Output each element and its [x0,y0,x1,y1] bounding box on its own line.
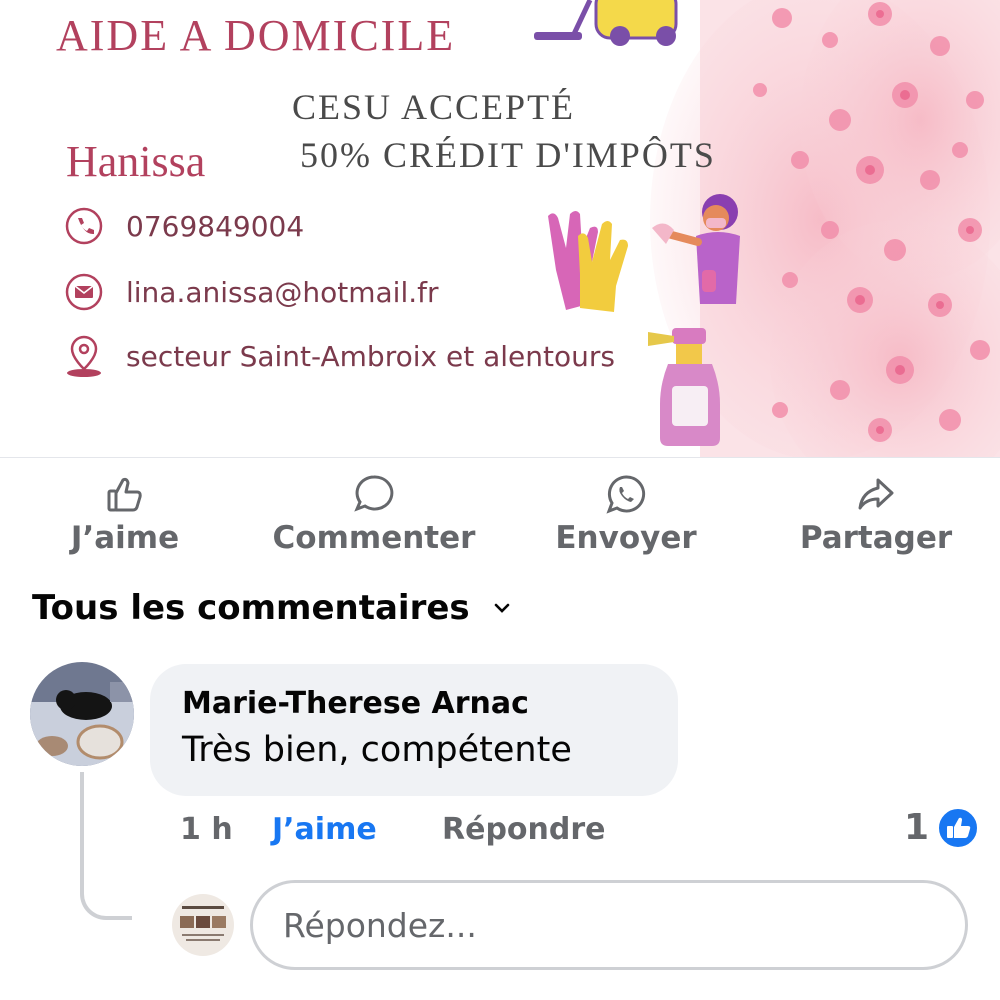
reply-input[interactable] [250,880,968,970]
gloves-icon [548,211,628,312]
flyer-area-row: secteur Saint-Ambroix et alentours [64,335,615,377]
share-post-label: Partager [799,520,953,556]
comment-author[interactable]: Marie-Therese Arnac [182,686,529,721]
flyer-tax-credit-line: 50% CRÉDIT D'IMPÔTS [300,135,716,175]
location-pin-icon [64,335,104,377]
like-post-button[interactable]: J’aime [60,472,190,568]
current-user-avatar[interactable] [172,894,234,956]
cleaner-person-icon [652,194,740,304]
comment-post-label: Commenter [272,520,476,556]
reply-thread-line [80,772,132,920]
comments-title: Tous les commentaires [32,588,470,628]
comment-post-button[interactable]: Commenter [262,472,486,568]
flyer-phone: 0769849004 [126,209,305,243]
comment-bubble-icon [352,472,396,516]
chevron-down-icon [492,598,512,618]
mail-icon [64,272,104,312]
flyer-email: lina.anissa@hotmail.fr [126,275,439,309]
like-reaction-icon[interactable] [936,806,980,850]
share-arrow-icon [854,472,898,516]
flyer-cesu-line: CESU ACCEPTÉ [292,87,576,127]
post-action-bar: J’aime Commenter Envoyer Partager [0,472,1000,572]
share-post-button[interactable]: Partager [792,472,960,568]
phone-icon [64,206,104,246]
comment-reply-button[interactable]: Répondre [442,810,606,850]
flyer-email-row: lina.anissa@hotmail.fr [64,272,439,312]
send-post-label: Envoyer [555,520,697,556]
thumbs-up-icon [103,472,147,516]
flyer-title: AIDE A DOMICILE [56,11,456,60]
vacuum-icon [534,0,678,46]
comment-bubble: Marie-Therese Arnac Très bien, compétent… [150,664,678,796]
comment-text: Très bien, compétente [182,730,572,770]
comment-like-button[interactable]: J’aime [272,810,377,850]
like-post-label: J’aime [70,520,180,556]
send-post-button[interactable]: Envoyer [550,472,702,568]
comments-sort-dropdown[interactable]: Tous les commentaires [32,584,512,632]
reaction-count[interactable]: 1 [904,806,929,850]
flyer-phone-row: 0769849004 [64,206,304,246]
flyer-area: secteur Saint-Ambroix et alentours [126,339,615,373]
commenter-avatar[interactable] [30,662,134,766]
flyer-name: Hanissa [66,137,206,186]
whatsapp-icon [604,472,648,516]
spray-bottle-icon [648,328,720,446]
post-image[interactable]: AIDE A DOMICILE CESU ACCEPTÉ 50% CRÉDIT … [0,0,1000,458]
comment-timestamp: 1 h [180,812,233,847]
